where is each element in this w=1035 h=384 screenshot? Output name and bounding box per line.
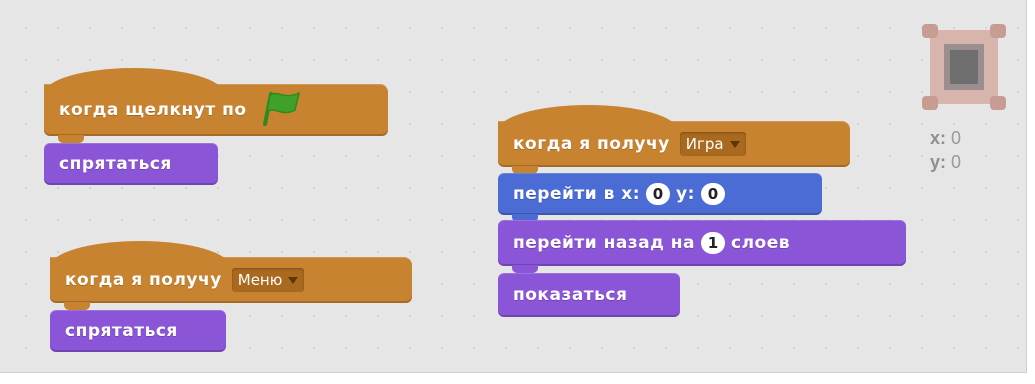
x-value: 0 [951,128,962,148]
green-flag-icon [259,88,303,133]
hat-label: когда я получу [65,270,222,290]
sprite-y-coordinate: y: 0 [930,152,961,173]
hat-label: когда я получу [513,134,670,154]
when-flag-clicked-block[interactable]: когда щелкнут по [44,66,388,143]
when-i-receive-block[interactable]: когда я получу Игра [498,103,850,174]
message-dropdown[interactable]: Игра [679,132,746,156]
y-input[interactable]: 0 [700,183,725,205]
chevron-down-icon [729,140,740,148]
go-to-xy-block[interactable]: перейти в x: 0 y: 0 [498,173,822,222]
layers-input[interactable]: 1 [701,232,726,254]
hide-label: спрятаться [59,154,172,174]
message-dropdown[interactable]: Меню [231,268,305,292]
message-value: Игра [685,135,724,153]
show-block[interactable]: показаться [498,273,680,317]
y-label: y: [930,152,947,172]
scripts-area[interactable]: когда щелкнут по спрятаться когда я полу… [0,0,1027,373]
message-value: Меню [237,271,283,289]
x-input[interactable]: 0 [646,183,671,205]
hide-block[interactable]: спрятаться [50,310,226,352]
go-back-layers-block[interactable]: перейти назад на 1 слоев [498,220,906,273]
y-label: y: [676,184,695,204]
go-to-x-label: перейти в x: [513,184,641,204]
hat-label: когда щелкнут по [59,100,247,120]
layers-label: слоев [731,233,791,253]
sprite-x-coordinate: x: 0 [930,128,961,149]
y-value: 0 [951,152,962,172]
when-i-receive-block[interactable]: когда я получу Меню [50,239,412,310]
sprite-thumbnail [920,22,1008,112]
go-back-label: перейти назад на [513,233,696,253]
show-label: показаться [513,285,628,305]
hide-block[interactable]: спрятаться [44,143,218,185]
chevron-down-icon [288,276,299,284]
hide-label: спрятаться [65,321,178,341]
x-label: x: [930,128,947,148]
